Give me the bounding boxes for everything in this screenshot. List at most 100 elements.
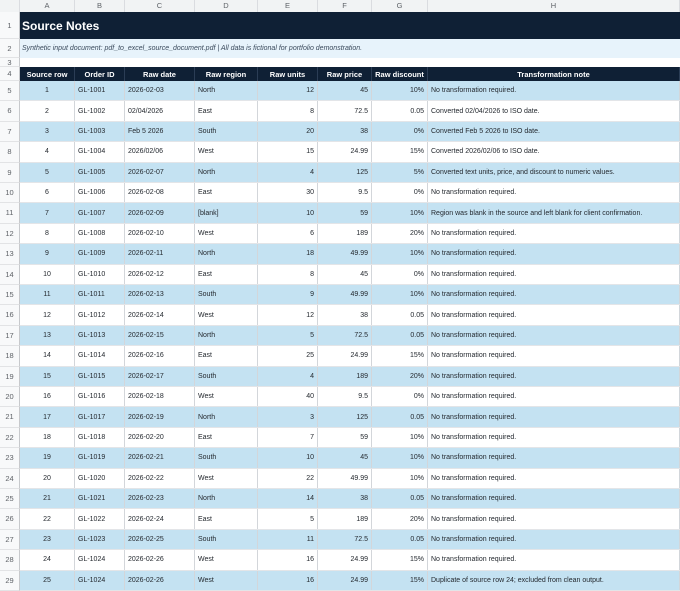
cell-raw-date[interactable]: 2026-02-16	[125, 346, 195, 366]
cell-raw-date[interactable]: 02/04/2026	[125, 101, 195, 121]
cell-raw-discount[interactable]: 0.05	[372, 305, 428, 325]
cell-source-row[interactable]: 5	[20, 162, 75, 182]
cell-raw-units[interactable]: 30	[258, 183, 318, 203]
cell-source-row[interactable]: 11	[20, 285, 75, 305]
row-number-18[interactable]: 18	[0, 346, 20, 367]
cell-raw-discount[interactable]: 20%	[372, 366, 428, 386]
table-row[interactable]: 6 GL-1006 2026-02-08 East 30 9.5 0% No transfor…	[20, 183, 680, 204]
row-number-22[interactable]: 22	[0, 427, 20, 449]
cell-raw-price[interactable]: 38	[318, 121, 372, 142]
cell-source-row[interactable]: 18	[20, 427, 75, 448]
cell-transformation-note[interactable]: No transformation required.	[428, 81, 680, 101]
cell-order-id[interactable]: GL-1002	[75, 101, 125, 121]
column-header-g[interactable]: G	[372, 0, 428, 12]
cell-raw-units[interactable]: 18	[258, 244, 318, 264]
table-row[interactable]: 8 GL-1008 2026-02-10 West 6 189 20% No transfor…	[20, 223, 680, 245]
cell-raw-date[interactable]: 2026-02-22	[125, 468, 195, 488]
cell-raw-date[interactable]: 2026-02-26	[125, 570, 195, 590]
cell-transformation-note[interactable]: No transformation required.	[428, 183, 680, 203]
table-row[interactable]: 16 GL-1016 2026-02-18 West 40 9.5 0% No transfo…	[20, 387, 680, 408]
cell-order-id[interactable]: GL-1005	[75, 162, 125, 182]
cell-transformation-note[interactable]: No transformation required.	[428, 366, 680, 386]
table-row[interactable]: 1 GL-1001 2026-02-03 North 12 45 10% No transfo…	[20, 81, 680, 102]
cell-raw-region[interactable]: East	[195, 183, 258, 203]
cell-raw-region[interactable]: South	[195, 529, 258, 550]
cell-raw-discount[interactable]: 10%	[372, 81, 428, 101]
cell-raw-price[interactable]: 45	[318, 81, 372, 101]
cell-raw-discount[interactable]: 0%	[372, 387, 428, 407]
column-header-f[interactable]: F	[318, 0, 372, 12]
cell-raw-price[interactable]: 49.99	[318, 468, 372, 488]
cell-raw-price[interactable]: 125	[318, 162, 372, 182]
cell-raw-units[interactable]: 22	[258, 468, 318, 488]
cell-raw-discount[interactable]: 10%	[372, 203, 428, 223]
cell-raw-price[interactable]: 24.99	[318, 570, 372, 590]
table-row[interactable]: 2 GL-1002 02/04/2026 East 8 72.5 0.05 Converted…	[20, 101, 680, 122]
row-number-11[interactable]: 11	[0, 203, 20, 224]
cell-raw-region[interactable]: [blank]	[195, 203, 258, 223]
table-row[interactable]: 21 GL-1021 2026-02-23 North 14 38 0.05 No trans…	[20, 489, 680, 510]
cell-raw-date[interactable]: 2026-02-14	[125, 305, 195, 325]
cell-source-row[interactable]: 10	[20, 264, 75, 284]
cell-source-row[interactable]: 17	[20, 407, 75, 427]
row-number-26[interactable]: 26	[0, 509, 20, 530]
cell-order-id[interactable]: GL-1009	[75, 244, 125, 264]
cell-source-row[interactable]: 3	[20, 121, 75, 142]
cell-order-id[interactable]: GL-1004	[75, 142, 125, 162]
cell-transformation-note[interactable]: No transformation required.	[428, 387, 680, 407]
row-number-10[interactable]: 10	[0, 183, 20, 204]
cell-raw-region[interactable]: South	[195, 121, 258, 142]
header-cell-order-id[interactable]: Order ID	[75, 67, 125, 81]
cell-raw-date[interactable]: 2026-02-09	[125, 203, 195, 223]
cell-order-id[interactable]: GL-1010	[75, 264, 125, 284]
cell-transformation-note[interactable]: Converted Feb 5 2026 to ISO date.	[428, 121, 680, 142]
cell-raw-discount[interactable]: 15%	[372, 142, 428, 162]
cell-raw-discount[interactable]: 0%	[372, 183, 428, 203]
cell-transformation-note[interactable]: No transformation required.	[428, 346, 680, 366]
cell-raw-date[interactable]: 2026-02-24	[125, 509, 195, 529]
table-row[interactable]: 22 GL-1022 2026-02-24 East 5 189 20% No transfo…	[20, 509, 680, 530]
cell-raw-discount[interactable]: 0%	[372, 121, 428, 142]
row-number-29[interactable]: 29	[0, 570, 20, 591]
cell-source-row[interactable]: 1	[20, 81, 75, 101]
cell-raw-date[interactable]: 2026-02-17	[125, 366, 195, 386]
cell-source-row[interactable]: 8	[20, 223, 75, 244]
cell-raw-price[interactable]: 9.5	[318, 387, 372, 407]
row-number-1[interactable]: 1	[0, 12, 20, 39]
cell-raw-date[interactable]: 2026-02-03	[125, 81, 195, 101]
cell-raw-date[interactable]: Feb 5 2026	[125, 121, 195, 142]
cell-source-row[interactable]: 16	[20, 387, 75, 407]
cell-raw-region[interactable]: North	[195, 244, 258, 264]
row-number-5[interactable]: 5	[0, 81, 20, 102]
table-row[interactable]: 3 GL-1003 Feb 5 2026 South 20 38 0% Converted F…	[20, 121, 680, 143]
cell-raw-region[interactable]: North	[195, 162, 258, 182]
cell-raw-price[interactable]: 72.5	[318, 101, 372, 121]
cell-order-id[interactable]: GL-1020	[75, 468, 125, 488]
cell-raw-price[interactable]: 72.5	[318, 529, 372, 550]
cell-order-id[interactable]: GL-1017	[75, 407, 125, 427]
row-number-9[interactable]: 9	[0, 162, 20, 183]
row-number-13[interactable]: 13	[0, 244, 20, 265]
cell-raw-region[interactable]: West	[195, 550, 258, 570]
cell-raw-units[interactable]: 9	[258, 285, 318, 305]
cell-raw-date[interactable]: 2026-02-07	[125, 162, 195, 182]
table-row[interactable]: 25 GL-1024 2026-02-26 West 16 24.99 15% Duplica…	[20, 570, 680, 591]
cell-raw-units[interactable]: 12	[258, 81, 318, 101]
cell-raw-price[interactable]: 24.99	[318, 550, 372, 570]
cell-order-id[interactable]: GL-1001	[75, 81, 125, 101]
cell-raw-discount[interactable]: 0.05	[372, 101, 428, 121]
cell-order-id[interactable]: GL-1021	[75, 489, 125, 509]
header-cell-raw-units[interactable]: Raw units	[258, 67, 318, 81]
cell-source-row[interactable]: 12	[20, 305, 75, 325]
cell-raw-region[interactable]: West	[195, 570, 258, 590]
row-number-14[interactable]: 14	[0, 264, 20, 285]
column-header-b[interactable]: B	[75, 0, 125, 12]
cell-order-id[interactable]: GL-1015	[75, 366, 125, 386]
cell-raw-region[interactable]: West	[195, 387, 258, 407]
cell-order-id[interactable]: GL-1007	[75, 203, 125, 223]
header-cell-transformation-note[interactable]: Transformation note	[428, 67, 680, 81]
header-cell-raw-price[interactable]: Raw price	[318, 67, 372, 81]
cell-raw-units[interactable]: 6	[258, 223, 318, 244]
cell-raw-price[interactable]: 9.5	[318, 183, 372, 203]
cell-raw-date[interactable]: 2026-02-20	[125, 427, 195, 448]
